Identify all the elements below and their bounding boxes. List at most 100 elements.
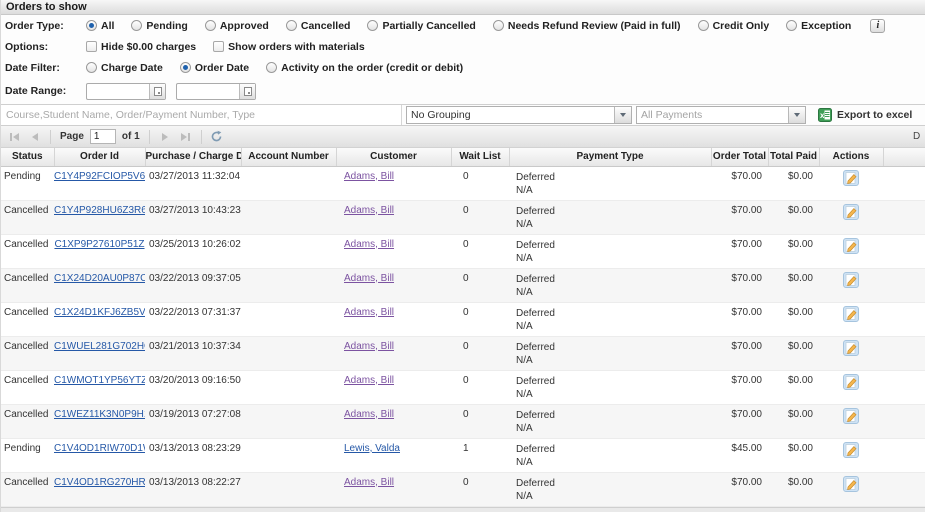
status-cell: Cancelled xyxy=(1,234,54,268)
table-row[interactable]: Cancelled C1XP9P27610P51Z 03/25/2013 10:… xyxy=(1,234,925,268)
radio-order-type-exception[interactable]: Exception xyxy=(786,20,851,32)
radio-icon[interactable] xyxy=(698,20,709,31)
radio-icon[interactable] xyxy=(493,20,504,31)
column-header-total-paid[interactable]: Total Paid xyxy=(768,148,819,166)
wait-list-cell: 0 xyxy=(451,166,509,200)
edit-order-icon[interactable] xyxy=(843,408,859,424)
column-header-status[interactable]: Status xyxy=(1,148,54,166)
customer-link[interactable]: Adams, Bill xyxy=(344,477,394,488)
edit-order-icon[interactable] xyxy=(843,476,859,492)
radio-order-type-cancelled[interactable]: Cancelled xyxy=(286,20,351,32)
radio-icon[interactable] xyxy=(86,20,97,31)
edit-order-icon[interactable] xyxy=(843,204,859,220)
radio-icon[interactable] xyxy=(286,20,297,31)
date-from-picker-button[interactable] xyxy=(149,84,165,99)
edit-order-icon[interactable] xyxy=(843,340,859,356)
table-row[interactable]: Cancelled C1X24D20AU0P87C 03/22/2013 09:… xyxy=(1,268,925,302)
account-number-cell xyxy=(241,404,336,438)
customer-link[interactable]: Lewis, Valda xyxy=(344,443,400,454)
order-id-link[interactable]: C1WUEL281G702HG xyxy=(54,341,145,352)
customer-link[interactable]: Adams, Bill xyxy=(344,239,394,250)
table-row[interactable]: Cancelled C1WMOT1YP56YTZ4 03/20/2013 09:… xyxy=(1,370,925,404)
column-header-order-total[interactable]: Order Total xyxy=(711,148,768,166)
previous-page-button[interactable] xyxy=(26,129,44,145)
column-header-customer[interactable]: Customer xyxy=(336,148,451,166)
radio-icon[interactable] xyxy=(180,62,191,73)
table-row[interactable]: Pending C1Y4P92FCIOP5V6 03/27/2013 11:32… xyxy=(1,166,925,200)
last-page-button[interactable] xyxy=(177,129,195,145)
date-to-field[interactable] xyxy=(176,83,256,100)
radio-order-type-needs-refund-review[interactable]: Needs Refund Review (Paid in full) xyxy=(493,20,681,32)
table-row[interactable]: Cancelled C1V4OD1RG270HRA 03/13/2013 08:… xyxy=(1,472,925,506)
export-to-excel-button[interactable]: x Export to excel xyxy=(818,108,912,122)
table-row[interactable]: Cancelled C1WUEL281G702HG 03/21/2013 10:… xyxy=(1,336,925,370)
edit-order-icon[interactable] xyxy=(843,170,859,186)
search-input[interactable] xyxy=(1,105,402,125)
order-id-link[interactable]: C1X24D1KFJ6ZB5V xyxy=(54,307,145,318)
radio-icon[interactable] xyxy=(786,20,797,31)
order-id-link[interactable]: C1X24D20AU0P87C xyxy=(54,273,145,284)
edit-order-icon[interactable] xyxy=(843,272,859,288)
horizontal-scrollbar-track[interactable] xyxy=(1,507,925,512)
order-id-link[interactable]: C1WEZ11K3N0P9H1 xyxy=(54,409,145,420)
customer-link[interactable]: Adams, Bill xyxy=(344,375,394,386)
next-page-button[interactable] xyxy=(156,129,174,145)
radio-icon[interactable] xyxy=(367,20,378,31)
radio-order-type-pending[interactable]: Pending xyxy=(131,20,187,32)
order-id-link[interactable]: C1V4OD1RIW70D1W xyxy=(54,443,145,454)
checkbox-show-orders-with-materials[interactable]: Show orders with materials xyxy=(213,41,365,53)
column-header-payment-type[interactable]: Payment Type xyxy=(509,148,711,166)
order-id-link[interactable]: C1WMOT1YP56YTZ4 xyxy=(54,375,145,386)
radio-order-type-all[interactable]: All xyxy=(86,20,114,32)
customer-link[interactable]: Adams, Bill xyxy=(344,341,394,352)
radio-order-type-credit-only[interactable]: Credit Only xyxy=(698,20,770,32)
column-header-account-number[interactable]: Account Number xyxy=(241,148,336,166)
radio-icon[interactable] xyxy=(86,62,97,73)
radio-icon[interactable] xyxy=(205,20,216,31)
payments-select[interactable]: All Payments xyxy=(636,106,806,124)
column-header-wait-list[interactable]: Wait List xyxy=(451,148,509,166)
radio-order-type-approved[interactable]: Approved xyxy=(205,20,269,32)
edit-order-icon[interactable] xyxy=(843,238,859,254)
order-id-link[interactable]: C1XP9P27610P51Z xyxy=(54,239,144,250)
radio-activity-on-order[interactable]: Activity on the order (credit or debit) xyxy=(266,62,463,74)
date-from-field[interactable] xyxy=(86,83,166,100)
checkbox-icon[interactable] xyxy=(213,41,224,52)
checkbox-icon[interactable] xyxy=(86,41,97,52)
date-from-input[interactable] xyxy=(87,84,149,99)
payments-select-trigger[interactable] xyxy=(788,107,805,123)
table-row[interactable]: Cancelled C1WEZ11K3N0P9H1 03/19/2013 07:… xyxy=(1,404,925,438)
info-icon[interactable]: i xyxy=(870,19,885,33)
date-to-input[interactable] xyxy=(177,84,239,99)
radio-icon[interactable] xyxy=(131,20,142,31)
edit-order-icon[interactable] xyxy=(843,306,859,322)
order-id-link[interactable]: C1Y4P92FCIOP5V6 xyxy=(54,171,145,182)
grouping-select-trigger[interactable] xyxy=(614,107,631,123)
edit-order-icon[interactable] xyxy=(843,442,859,458)
order-id-link[interactable]: C1V4OD1RG270HRA xyxy=(54,477,145,488)
customer-link[interactable]: Adams, Bill xyxy=(344,409,394,420)
customer-link[interactable]: Adams, Bill xyxy=(344,205,394,216)
column-header-actions[interactable]: Actions xyxy=(819,148,883,166)
page-number-input[interactable] xyxy=(90,129,116,144)
first-page-button[interactable] xyxy=(5,129,23,145)
column-header-order-id[interactable]: Order Id xyxy=(54,148,145,166)
customer-link[interactable]: Adams, Bill xyxy=(344,273,394,284)
date-to-picker-button[interactable] xyxy=(239,84,255,99)
table-row[interactable]: Cancelled C1Y4P928HU6Z3R6 03/27/2013 10:… xyxy=(1,200,925,234)
radio-charge-date[interactable]: Charge Date xyxy=(86,62,163,74)
checkbox-hide-zero-charges[interactable]: Hide $0.00 charges xyxy=(86,41,196,53)
table-row[interactable]: Pending C1V4OD1RIW70D1W 03/13/2013 08:23… xyxy=(1,438,925,472)
grouping-select[interactable]: No Grouping xyxy=(406,106,632,124)
edit-order-icon[interactable] xyxy=(843,374,859,390)
refresh-button[interactable] xyxy=(208,129,226,145)
radio-order-type-partially-cancelled[interactable]: Partially Cancelled xyxy=(367,20,475,32)
column-header-purchase-charge-date[interactable]: Purchase / Charge Date xyxy=(145,148,241,166)
order-id-link[interactable]: C1Y4P928HU6Z3R6 xyxy=(54,205,145,216)
customer-link[interactable]: Adams, Bill xyxy=(344,171,394,182)
customer-link[interactable]: Adams, Bill xyxy=(344,307,394,318)
radio-order-date[interactable]: Order Date xyxy=(180,62,249,74)
divider xyxy=(149,130,150,144)
radio-icon[interactable] xyxy=(266,62,277,73)
table-row[interactable]: Cancelled C1X24D1KFJ6ZB5V 03/22/2013 07:… xyxy=(1,302,925,336)
